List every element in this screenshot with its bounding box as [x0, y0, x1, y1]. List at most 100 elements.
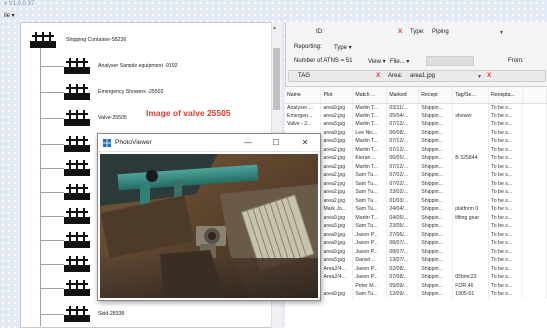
table-row[interactable]: Mark Jo... Sam Tu... 24/04/... Shippin... pl… — [285, 205, 547, 214]
table-cell: Kieran ... — [352, 154, 388, 163]
table-cell: To be s... — [488, 145, 524, 154]
tree-scroll-thumb[interactable] — [273, 48, 280, 110]
equipment-icon — [64, 84, 90, 100]
chevron-down-icon[interactable]: ▾ — [500, 29, 503, 36]
scroll-up-icon[interactable]: ▴ — [273, 24, 276, 31]
table-row[interactable]: area9.jpg Jason P... 08/07/... Shippin... To… — [285, 247, 547, 256]
table-cell: To be s... — [488, 103, 524, 112]
table-cell: area3.jpg — [320, 120, 354, 129]
table-cell — [452, 179, 490, 188]
table-cell: Shippin... — [418, 179, 454, 188]
table-row[interactable]: area2.jpg Martin T... 07/12/... Shippin... T… — [285, 162, 547, 171]
table-row[interactable]: area3.jpg Daniel ... 13/07/... Shippin... To… — [285, 256, 547, 265]
tree-node[interactable]: Analyser Sample equipment -9192 — [40, 58, 260, 76]
table-cell: Shippin... — [418, 162, 454, 171]
table-row[interactable]: area2.jpg Sam Tu... 23/02/... Shippin... To … — [285, 188, 547, 197]
table-cell: 24/04/... — [386, 205, 420, 214]
tree-branch-line — [40, 92, 64, 93]
table-row[interactable]: area2.jpg Kieran ... 06/05/... Shippin... B … — [285, 154, 547, 163]
file-menu[interactable]: ile ▾ — [0, 10, 547, 22]
table-cell: area3.jpg — [320, 256, 354, 265]
column-header[interactable] — [522, 87, 547, 104]
table-cell: Jason P... — [352, 273, 388, 282]
column-header[interactable]: Match ... — [352, 87, 388, 104]
valve-photo — [100, 154, 318, 298]
column-header[interactable]: Tag/Se... — [452, 87, 490, 104]
column-header[interactable]: Plot — [320, 87, 354, 104]
tree-node-label: Shipping Container-58236 — [66, 37, 127, 43]
table-cell — [452, 103, 490, 112]
table-row[interactable]: Area2/4... Jason P... 07/08/... Shippin... 0… — [285, 273, 547, 282]
area-select[interactable]: area1.jpg — [410, 73, 435, 79]
table-cell: To be s... — [488, 196, 524, 205]
table-cell: To be s... — [488, 230, 524, 239]
table-cell: Martin T... — [352, 145, 388, 154]
table-row[interactable]: area9.jpg Jason P... 08/07/... Shippin... To… — [285, 239, 547, 248]
table-row[interactable]: Electrical ...area9.jpgSam Tu...12/09/..… — [285, 290, 547, 299]
file-select[interactable]: File... ▾ — [390, 58, 409, 65]
table-row[interactable]: area3.jpg Martin T... 07/12/... Shippin... T… — [285, 137, 547, 146]
tree-branch-line — [40, 144, 64, 145]
table-cell: Shippin... — [418, 281, 454, 290]
table-row[interactable]: Area2/4... Jason P... 02/08/... Shippin... T… — [285, 264, 547, 273]
table-cell — [522, 205, 547, 214]
photo-viewer-titlebar[interactable]: PhotoViewer — ☐ ✕ — [98, 134, 320, 152]
view-menu[interactable]: View ▾ — [368, 58, 386, 65]
table-cell: Shippin... — [418, 222, 454, 231]
maximize-button[interactable]: ☐ — [266, 136, 286, 149]
tree-node[interactable]: Skid-28338 — [40, 306, 260, 324]
table-row[interactable]: area9.jpg Lee Nic... 06/08/... Shippin... To… — [285, 128, 547, 137]
column-header[interactable]: Recepta... — [488, 87, 524, 104]
table-cell: Shippin... — [418, 171, 454, 180]
column-header[interactable]: Recept — [418, 87, 454, 104]
table-cell: area9.jpg — [320, 247, 354, 256]
table-row[interactable]: area2.jpg Sam Tu... 07/02/... Shippin... To … — [285, 179, 547, 188]
table-cell: area3.jpg — [320, 222, 354, 231]
tree-branch-line — [40, 288, 64, 289]
table-cell: Shippin... — [418, 264, 454, 273]
results-grid: Name Plot Match ... Marked Recept Tag/Se... Re… — [285, 86, 547, 328]
table-row[interactable]: area2.jpg Sam Tu... 01/03/... Shippin... To … — [285, 196, 547, 205]
table-row[interactable]: area3.jpg Sam Tu... 23/05/... Shippin... To … — [285, 222, 547, 231]
close-button[interactable]: ✕ — [295, 136, 315, 149]
minimize-button[interactable]: — — [238, 136, 258, 149]
clear-id-icon[interactable]: X — [398, 28, 402, 35]
equipment-icon — [64, 256, 90, 272]
table-row[interactable]: Emergen... area2.jpg Martin T... 05/04/... S… — [285, 111, 547, 120]
table-row[interactable]: Valve - 2... area3.jpg Martin T... 07/12/..… — [285, 120, 547, 129]
type-select[interactable]: Piping — [432, 29, 449, 35]
column-header[interactable]: Name — [285, 87, 322, 104]
table-cell — [452, 120, 490, 129]
table-cell: To be s... — [488, 188, 524, 197]
image-caption: Image of valve 25505 — [146, 108, 231, 118]
table-cell: area2.jpg — [320, 179, 354, 188]
table-row[interactable]: Emergen...Peter M...05/09/...Shippin...F… — [285, 281, 547, 290]
equipment-icon — [64, 58, 90, 74]
photo-viewer-window[interactable]: PhotoViewer — ☐ ✕ — [97, 133, 321, 301]
file-input[interactable] — [426, 56, 474, 66]
table-row[interactable]: area9.jpg Martin T... 04/05/... Shippin... l… — [285, 213, 547, 222]
clear-tag-icon[interactable]: X — [376, 72, 380, 79]
chevron-down-icon[interactable]: ▾ — [478, 73, 481, 80]
table-cell: FOR 46 — [452, 281, 490, 290]
table-cell: Peter M... — [352, 281, 388, 290]
table-row[interactable]: area9.jpg Jason P... 27/06/... Shippin... To… — [285, 230, 547, 239]
table-cell — [522, 222, 547, 231]
table-cell: area9.jpg — [320, 213, 354, 222]
column-header[interactable]: Marked — [386, 87, 420, 104]
reporting-select[interactable]: Type ▾ — [334, 44, 352, 51]
table-cell: 05/04/... — [386, 111, 420, 120]
equipment-icon — [64, 110, 90, 126]
table-cell — [522, 273, 547, 282]
table-cell: Sam Tu... — [352, 222, 388, 231]
table-cell: Shippin... — [418, 145, 454, 154]
clear-area-icon[interactable]: X — [487, 72, 491, 79]
table-cell: Martin T... — [352, 111, 388, 120]
table-cell: To be s... — [488, 222, 524, 231]
tree-node[interactable]: Emergency Showers -25502 — [40, 84, 260, 102]
table-cell: area9.jpg — [320, 239, 354, 248]
table-row[interactable]: Analyser ... area9.jpg Martin T... 03/11/..… — [285, 103, 547, 112]
table-row[interactable]: area2.jpg Sam Tu... 07/02/... Shippin... To … — [285, 171, 547, 180]
table-row[interactable]: area2.jpg Martin T... 07/12/... Shippin... T… — [285, 145, 547, 154]
equipment-icon — [64, 136, 90, 152]
